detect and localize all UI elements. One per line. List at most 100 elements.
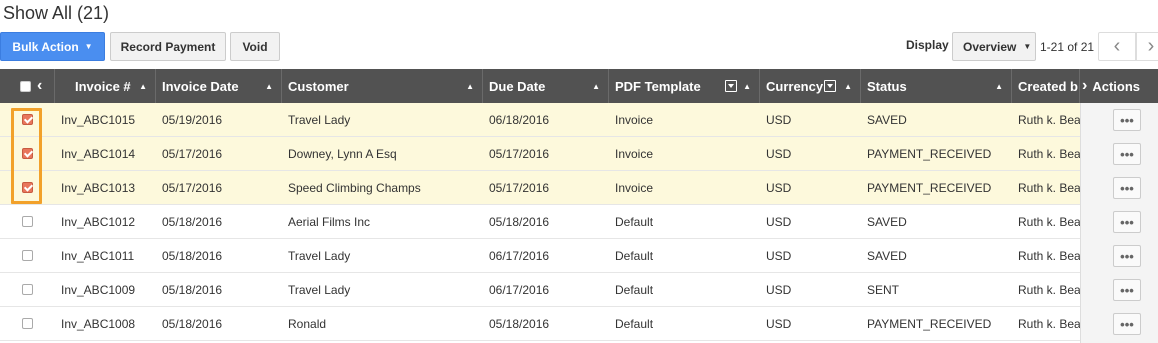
cell-created-by: Ruth k. Bea bbox=[1018, 248, 1080, 263]
cell-status: SENT bbox=[867, 282, 900, 297]
record-payment-button[interactable]: Record Payment bbox=[110, 32, 226, 61]
previous-page-button[interactable]: ‹ bbox=[1098, 32, 1136, 61]
column-header-invoice[interactable]: Invoice # ▲ bbox=[55, 69, 156, 103]
chevron-right-icon[interactable]: › bbox=[1082, 77, 1087, 95]
cell-invoice-date: 05/18/2016 bbox=[162, 282, 223, 297]
column-header-created-by[interactable]: Created b bbox=[1012, 69, 1080, 103]
cell-due-date: 06/17/2016 bbox=[489, 282, 550, 297]
row-actions-button[interactable]: ••• bbox=[1113, 211, 1141, 233]
select-all-checkbox[interactable] bbox=[20, 80, 31, 92]
column-header-status[interactable]: Status ▲ bbox=[861, 69, 1012, 103]
column-header-label: Customer bbox=[288, 78, 349, 94]
column-header-actions: › Actions bbox=[1080, 69, 1158, 103]
cell-pdf-template: Invoice bbox=[615, 112, 654, 127]
filter-icon[interactable] bbox=[824, 80, 837, 92]
table-header: ‹ Invoice # ▲ Invoice Date ▲ Customer ▲ … bbox=[0, 69, 1158, 103]
sort-up-icon: ▲ bbox=[743, 81, 751, 91]
cell-created-by: Ruth k. Bea bbox=[1018, 316, 1080, 331]
cell-created-by: Ruth k. Bea bbox=[1018, 282, 1080, 297]
cell-invoice[interactable]: Inv_ABC1012 bbox=[55, 205, 156, 238]
row-actions-button[interactable]: ••• bbox=[1113, 245, 1141, 267]
row-actions-button[interactable]: ••• bbox=[1113, 177, 1141, 199]
row-checkbox[interactable] bbox=[22, 284, 33, 295]
sort-up-icon: ▲ bbox=[592, 81, 600, 91]
cell-due-date: 06/18/2016 bbox=[489, 112, 550, 127]
column-header-label: Invoice # bbox=[75, 78, 131, 94]
cell-pdf-template: Default bbox=[615, 316, 654, 331]
row-checkbox[interactable] bbox=[22, 318, 33, 329]
bulk-action-label: Bulk Action bbox=[12, 39, 79, 54]
cell-status: PAYMENT_RECEIVED bbox=[867, 316, 992, 331]
cell-due-date: 05/18/2016 bbox=[489, 214, 550, 229]
cell-invoice[interactable]: Inv_ABC1009 bbox=[55, 273, 156, 306]
column-header-due-date[interactable]: Due Date ▲ bbox=[483, 69, 609, 103]
next-page-button[interactable]: › bbox=[1136, 32, 1158, 61]
sort-up-icon: ▲ bbox=[466, 81, 474, 91]
cell-invoice[interactable]: Inv_ABC1013 bbox=[55, 171, 156, 204]
actions-column: ••• ••• ••• ••• ••• ••• ••• bbox=[1080, 103, 1158, 343]
cell-status: PAYMENT_RECEIVED bbox=[867, 146, 992, 161]
select-all-header: ‹ bbox=[0, 69, 55, 103]
row-checkbox-cell bbox=[0, 273, 55, 306]
column-header-label: Created b bbox=[1018, 78, 1078, 94]
cell-currency: USD bbox=[766, 282, 792, 297]
cell-created-by: Ruth k. Bea bbox=[1018, 180, 1080, 195]
display-select-value: Overview bbox=[963, 39, 1017, 54]
cell-pdf-template: Default bbox=[615, 214, 654, 229]
column-header-label: PDF Template bbox=[615, 78, 701, 94]
row-actions-button[interactable]: ••• bbox=[1113, 279, 1141, 301]
table-row[interactable]: Inv_ABC1014 05/17/2016 Downey, Lynn A Esq 0… bbox=[0, 137, 1080, 171]
cell-currency: USD bbox=[766, 146, 792, 161]
column-header-pdf-template[interactable]: PDF Template ▲ bbox=[609, 69, 760, 103]
cell-currency: USD bbox=[766, 316, 792, 331]
caret-down-icon: ▼ bbox=[1023, 42, 1032, 51]
column-header-label: Due Date bbox=[489, 78, 546, 94]
row-actions-button[interactable]: ••• bbox=[1113, 313, 1141, 335]
bulk-action-button[interactable]: Bulk Action ▼ bbox=[0, 32, 105, 61]
cell-customer: Ronald bbox=[288, 316, 327, 331]
table-row[interactable]: Inv_ABC1012 05/18/2016 Aerial Films Inc 05/… bbox=[0, 205, 1080, 239]
row-checkbox[interactable] bbox=[22, 216, 33, 227]
row-checkbox-cell bbox=[0, 307, 55, 340]
cell-invoice[interactable]: Inv_ABC1014 bbox=[55, 137, 156, 170]
cell-pdf-template: Default bbox=[615, 248, 654, 263]
table-row[interactable]: Inv_ABC1015 05/19/2016 Travel Lady 06/18/20… bbox=[0, 103, 1080, 137]
table-row[interactable]: Inv_ABC1011 05/18/2016 Travel Lady 06/17/20… bbox=[0, 239, 1080, 273]
column-header-invoice-date[interactable]: Invoice Date ▲ bbox=[156, 69, 282, 103]
column-header-customer[interactable]: Customer ▲ bbox=[282, 69, 483, 103]
row-actions-button[interactable]: ••• bbox=[1113, 109, 1141, 131]
cell-due-date: 06/17/2016 bbox=[489, 248, 550, 263]
chevron-left-icon: ‹ bbox=[1113, 35, 1121, 57]
row-actions-button[interactable]: ••• bbox=[1113, 143, 1141, 165]
cell-customer: Travel Lady bbox=[288, 112, 351, 127]
filter-icon[interactable] bbox=[725, 80, 737, 92]
cell-invoice[interactable]: Inv_ABC1008 bbox=[55, 307, 156, 340]
cell-invoice-date: 05/18/2016 bbox=[162, 248, 223, 263]
page-title: Show All (21) bbox=[3, 3, 110, 23]
cell-invoice-date: 05/18/2016 bbox=[162, 316, 223, 331]
cell-status: SAVED bbox=[867, 248, 907, 263]
display-label: Display bbox=[906, 38, 949, 52]
pager-text: 1-21 of 21 bbox=[1040, 40, 1095, 54]
cell-due-date: 05/17/2016 bbox=[489, 180, 550, 195]
cell-currency: USD bbox=[766, 214, 792, 229]
cell-due-date: 05/18/2016 bbox=[489, 316, 550, 331]
display-select[interactable]: Overview ▼ bbox=[952, 32, 1036, 61]
cell-status: SAVED bbox=[867, 112, 907, 127]
table-row[interactable]: Inv_ABC1009 05/18/2016 Travel Lady 06/17/20… bbox=[0, 273, 1080, 307]
chevron-left-icon[interactable]: ‹ bbox=[37, 77, 42, 95]
cell-invoice[interactable]: Inv_ABC1015 bbox=[55, 103, 156, 136]
void-button[interactable]: Void bbox=[230, 32, 280, 61]
table-row[interactable]: Inv_ABC1008 05/18/2016 Ronald 05/18/2016 Def… bbox=[0, 307, 1080, 341]
column-header-label: Actions bbox=[1092, 78, 1140, 94]
cell-customer: Travel Lady bbox=[288, 248, 351, 263]
column-header-currency[interactable]: Currency ▲ bbox=[760, 69, 861, 103]
selection-highlight bbox=[11, 108, 42, 204]
row-checkbox-cell bbox=[0, 205, 55, 238]
sort-up-icon: ▲ bbox=[139, 81, 147, 91]
caret-down-icon: ▼ bbox=[84, 42, 93, 51]
table-row[interactable]: Inv_ABC1013 05/17/2016 Speed Climbing Cham… bbox=[0, 171, 1080, 205]
cell-invoice[interactable]: Inv_ABC1011 bbox=[55, 239, 156, 272]
column-header-label: Invoice Date bbox=[162, 78, 239, 94]
row-checkbox[interactable] bbox=[22, 250, 33, 261]
